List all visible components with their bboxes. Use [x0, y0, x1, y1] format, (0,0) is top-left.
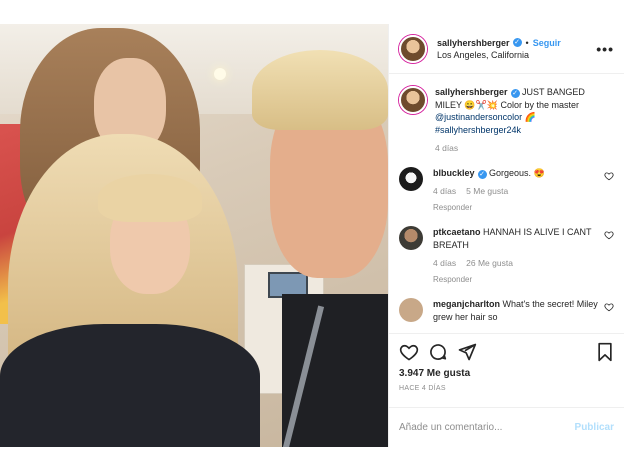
header-text: sallyhershberger ✓ • Seguir Los Angeles,… [437, 38, 590, 60]
comment-time[interactable]: 4 días [433, 257, 456, 270]
post-time[interactable]: HACE 4 DÍAS [399, 385, 614, 392]
comment-likes[interactable]: 26 Me gusta [466, 257, 513, 270]
comment-likes[interactable]: 5 Me gusta [466, 185, 508, 198]
post-photo[interactable] [0, 24, 388, 447]
verified-icon: ✓ [512, 38, 522, 47]
comment-body: ptkcaetano HANNAH IS ALIVE I CANT BREATH… [433, 226, 614, 286]
photo-lamp [214, 68, 226, 80]
action-icons [399, 340, 614, 364]
author-username[interactable]: sallyhershberger [437, 38, 510, 48]
caption-body: sallyhershberger ✓ JUST BANGED MILEY 😀✂️💥… [435, 86, 614, 155]
author-avatar[interactable] [399, 34, 427, 63]
header-line: sallyhershberger ✓ • Seguir [437, 38, 590, 48]
instagram-post: sallyhershberger ✓ • Seguir Los Angeles,… [0, 24, 624, 447]
comment-item: blbuckley ✓ Gorgeous. 😍 4 días 5 Me gusta… [399, 166, 614, 215]
photo-man-hair [252, 50, 388, 130]
post-header: sallyhershberger ✓ • Seguir Los Angeles,… [389, 24, 624, 74]
caption-hashtag-link[interactable]: #sallyhershberger24k [435, 125, 521, 135]
caption-avatar[interactable] [399, 86, 427, 114]
commenter-avatar[interactable] [399, 298, 423, 322]
caption-entry: sallyhershberger ✓ JUST BANGED MILEY 😀✂️💥… [399, 86, 614, 155]
caption-username[interactable]: sallyhershberger [435, 87, 508, 97]
comment-time[interactable]: 4 días [433, 185, 456, 198]
comment-username[interactable]: blbuckley [433, 168, 475, 178]
heart-icon[interactable] [604, 171, 614, 181]
comment-input[interactable]: Añade un comentario... [399, 422, 575, 433]
caption-text-b: 🌈 [522, 112, 536, 122]
photo-bangs [98, 174, 202, 222]
comment-icon[interactable] [428, 342, 448, 362]
commenter-avatar[interactable] [399, 226, 423, 250]
caption-meta: 4 días [435, 142, 600, 155]
comment-body: blbuckley ✓ Gorgeous. 😍 4 días 5 Me gusta… [433, 167, 614, 215]
verified-icon: ✓ [510, 89, 520, 98]
comment-meta: 4 días 5 Me gusta [433, 185, 600, 198]
comment-text: Gorgeous. 😍 [486, 167, 545, 178]
separator-dot: • [525, 37, 529, 48]
heart-icon[interactable] [604, 230, 614, 240]
share-icon[interactable] [457, 342, 477, 362]
photo-shirt [0, 324, 260, 447]
heart-icon[interactable] [604, 302, 614, 312]
comments-list[interactable]: sallyhershberger ✓ JUST BANGED MILEY 😀✂️💥… [389, 74, 624, 333]
comment-username[interactable]: meganjcharlton [433, 299, 500, 309]
comment-body: meganjcharlton What's the secret! Miley … [433, 298, 614, 323]
comment-meta: 4 días 26 Me gusta [433, 257, 600, 270]
caption-time[interactable]: 4 días [435, 142, 458, 155]
publish-button[interactable]: Publicar [575, 422, 614, 433]
add-comment-bar: Añade un comentario... Publicar [389, 407, 624, 447]
comment-username[interactable]: ptkcaetano [433, 227, 481, 237]
caption-mention-link[interactable]: @justinandersoncolor [435, 112, 522, 122]
heart-icon[interactable] [399, 342, 419, 362]
photo-man-shirt [282, 294, 388, 447]
more-icon[interactable]: ••• [596, 41, 614, 57]
reply-button[interactable]: Responder [433, 274, 600, 287]
commenter-avatar[interactable] [399, 166, 423, 191]
post-sidebar: sallyhershberger ✓ • Seguir Los Angeles,… [388, 24, 624, 447]
reply-button[interactable]: Responder [433, 202, 600, 215]
comment-item: ptkcaetano HANNAH IS ALIVE I CANT BREATH… [399, 226, 614, 286]
location-link[interactable]: Los Angeles, California [437, 50, 590, 60]
follow-button[interactable]: Seguir [533, 38, 561, 48]
verified-icon: ✓ [477, 169, 487, 179]
likes-count[interactable]: 3.947 Me gusta [399, 368, 614, 379]
comment-item: meganjcharlton What's the secret! Miley … [399, 298, 614, 323]
bookmark-icon[interactable] [596, 342, 614, 362]
post-actions: 3.947 Me gusta HACE 4 DÍAS [389, 333, 624, 407]
